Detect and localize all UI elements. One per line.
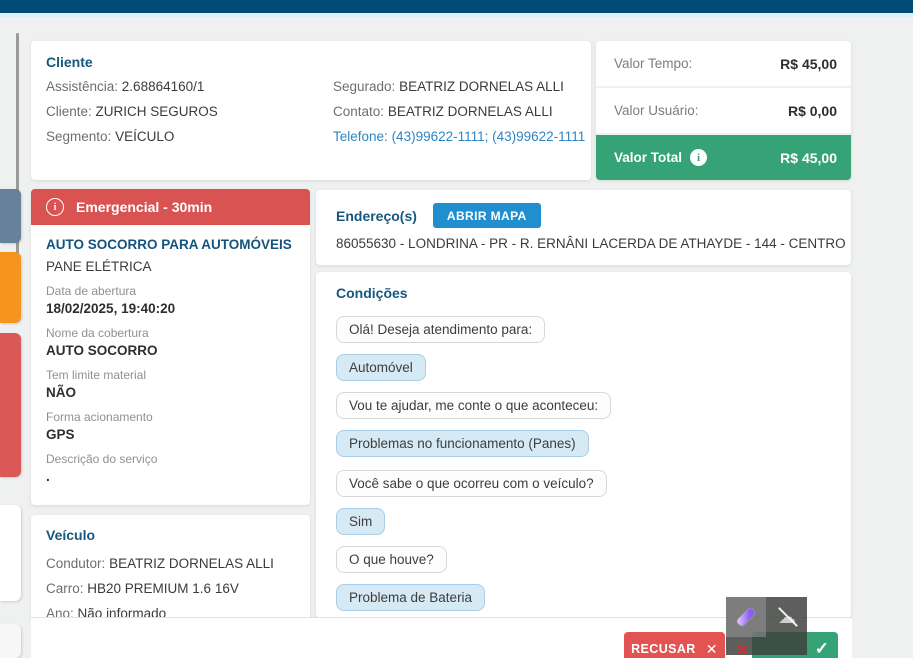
cloud-off-icon: ☁: [778, 607, 796, 627]
service-title: AUTO SOCORRO PARA AUTOMÓVEIS: [46, 237, 292, 252]
vehicle-card-title: Veículo: [46, 527, 96, 543]
limite-material-group: Tem limite material NÃO: [46, 368, 147, 400]
chat-bubble-question: Você sabe o que ocorreu com o veículo?: [336, 470, 607, 497]
valor-tempo-row: Valor Tempo: R$ 45,00: [596, 41, 851, 86]
close-icon: ✕: [705, 640, 718, 657]
service-card: AUTO SOCORRO PARA AUTOMÓVEIS PANE ELÉTRI…: [31, 225, 310, 505]
client-fields-right: Segurado: BEATRIZ DORNELAS ALLI Contato:…: [333, 74, 585, 149]
data-abertura-group: Data de abertura 18/02/2025, 19:40:20: [46, 284, 176, 316]
app-window: Cliente Assistência: 2.68864160/1 Client…: [0, 0, 913, 658]
recusar-button[interactable]: RECUSAR ✕: [624, 632, 725, 658]
values-panel: Valor Tempo: R$ 45,00 Valor Usuário: R$ …: [596, 41, 851, 180]
recusar-label: RECUSAR: [631, 642, 696, 656]
left-strip-bottom[interactable]: [0, 624, 21, 658]
conditions-card-title: Condições: [336, 285, 408, 301]
chat-bubble-question: Vou te ajudar, me conte o que aconteceu:: [336, 392, 612, 419]
marker-icon: [736, 607, 756, 627]
emergency-banner-label: Emergencial - 30min: [76, 199, 213, 215]
chat-bubble-question: Olá! Deseja atendimento para:: [336, 316, 546, 343]
assistencia-field: Assistência: 2.68864160/1: [46, 79, 205, 94]
condutor-field: Condutor: BEATRIZ DORNELAS ALLI: [46, 556, 274, 571]
emergency-banner: i Emergencial - 30min: [31, 189, 310, 225]
info-icon[interactable]: i: [690, 149, 708, 166]
chat-bubble-answer: Sim: [336, 508, 386, 535]
segmento-field: Segmento: VEÍCULO: [46, 129, 175, 144]
vehicle-card: Veículo Condutor: BEATRIZ DORNELAS ALLI …: [31, 515, 310, 621]
info-icon[interactable]: i: [46, 198, 64, 216]
cliente-field: Cliente: ZURICH SEGUROS: [46, 104, 218, 119]
carro-field: Carro: HB20 PREMIUM 1.6 16V: [46, 581, 239, 596]
left-strip-orange[interactable]: [0, 252, 21, 323]
contato-field: Contato: BEATRIZ DORNELAS ALLI: [333, 104, 553, 119]
forma-acionamento-group: Forma acionamento GPS: [46, 410, 153, 442]
address-line: 86055630 - LONDRINA - PR - R. ERNÂNI LAC…: [336, 236, 846, 251]
address-card-title: Endereço(s): [336, 207, 417, 224]
phone-link[interactable]: (43)99622-1111; (43)99622-1111: [392, 129, 586, 144]
client-card: Cliente Assistência: 2.68864160/1 Client…: [31, 41, 591, 180]
left-strip-red[interactable]: [0, 333, 21, 477]
address-card: Endereço(s) ABRIR MAPA 86055630 - LONDRI…: [316, 190, 851, 265]
chat-bubble-answer: Automóvel: [336, 354, 426, 381]
service-subtitle: PANE ELÉTRICA: [46, 259, 152, 274]
valor-usuario-row: Valor Usuário: R$ 0,00: [596, 88, 851, 133]
abrir-mapa-button[interactable]: ABRIR MAPA: [432, 203, 541, 228]
chat-bubble-answer: Problemas no funcionamento (Panes): [336, 430, 589, 457]
client-card-title: Cliente: [46, 54, 93, 70]
valor-total-row: Valor Total i R$ 45,00: [596, 135, 851, 180]
conditions-card: Condições Olá! Deseja atendimento para: …: [316, 272, 851, 618]
left-strip-white[interactable]: [0, 505, 21, 601]
chat-bubble-answer: Problema de Bateria: [336, 584, 486, 611]
client-fields-left: Assistência: 2.68864160/1 Cliente: ZURIC…: [46, 74, 218, 149]
accent-line: [0, 13, 913, 17]
cloud-off-tool-button[interactable]: ☁: [767, 597, 807, 637]
close-icon-red: ✕: [736, 642, 749, 658]
top-navigation-bar: [0, 0, 913, 13]
marker-tool-button[interactable]: [726, 597, 766, 637]
chat-bubble-question: O que houve?: [336, 546, 447, 573]
check-icon: ✓: [814, 639, 829, 658]
segurado-field: Segurado: BEATRIZ DORNELAS ALLI: [333, 79, 564, 94]
left-strip-slate[interactable]: [0, 189, 21, 243]
telefone-field[interactable]: Telefone: (43)99622-1111; (43)99622-1111: [333, 124, 585, 149]
nome-cobertura-group: Nome da cobertura AUTO SOCORRO: [46, 326, 158, 358]
descricao-servico-group: Descrição do serviço .: [46, 452, 158, 484]
